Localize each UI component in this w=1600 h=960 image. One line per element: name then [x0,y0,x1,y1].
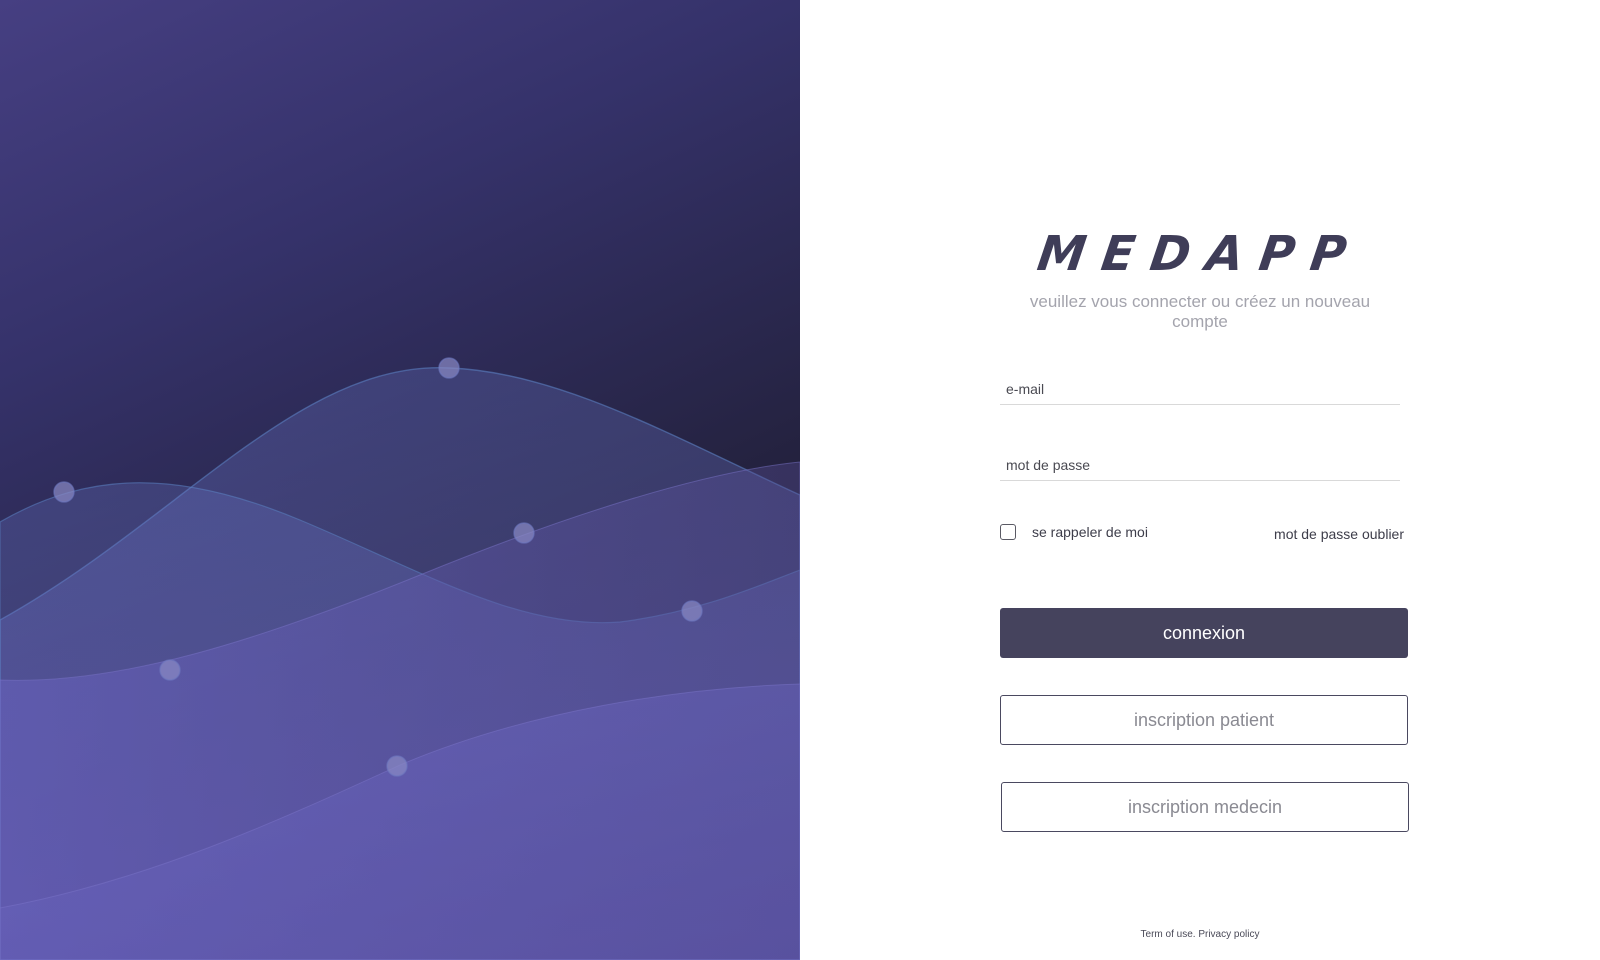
wave-dot [386,755,408,777]
wave-dot [681,600,703,622]
hero-illustration [0,0,800,960]
register-doctor-button[interactable]: inscription medecin [1001,782,1409,832]
remember-label[interactable]: se rappeler de moi [1032,524,1148,540]
app-logo: MEDAPP [1034,226,1366,282]
login-page: MEDAPP veuillez vous connecter ou créez … [0,0,1600,960]
remember-me: se rappeler de moi [1000,524,1148,540]
page-subtitle: veuillez vous connecter ou créez un nouv… [1029,292,1371,331]
email-input[interactable] [1000,360,1400,404]
password-field [1000,436,1400,481]
forgot-password-link[interactable]: mot de passe oublier [1270,526,1404,542]
remember-checkbox[interactable] [1000,524,1016,540]
wave-dot [513,522,535,544]
wave-graphic [0,357,800,960]
email-field [1000,360,1400,405]
password-input[interactable] [1000,436,1400,480]
footer-links: Term of use. Privacy policy [1000,929,1400,940]
register-patient-button[interactable]: inscription patient [1000,695,1408,745]
login-button[interactable]: connexion [1000,608,1408,658]
wave-dot [159,659,181,681]
privacy-link[interactable]: Privacy policy [1198,929,1259,940]
wave-dot [53,481,75,503]
terms-link[interactable]: Term of use. [1141,929,1196,940]
wave-dot [438,357,460,379]
login-panel: MEDAPP veuillez vous connecter ou créez … [800,0,1600,960]
